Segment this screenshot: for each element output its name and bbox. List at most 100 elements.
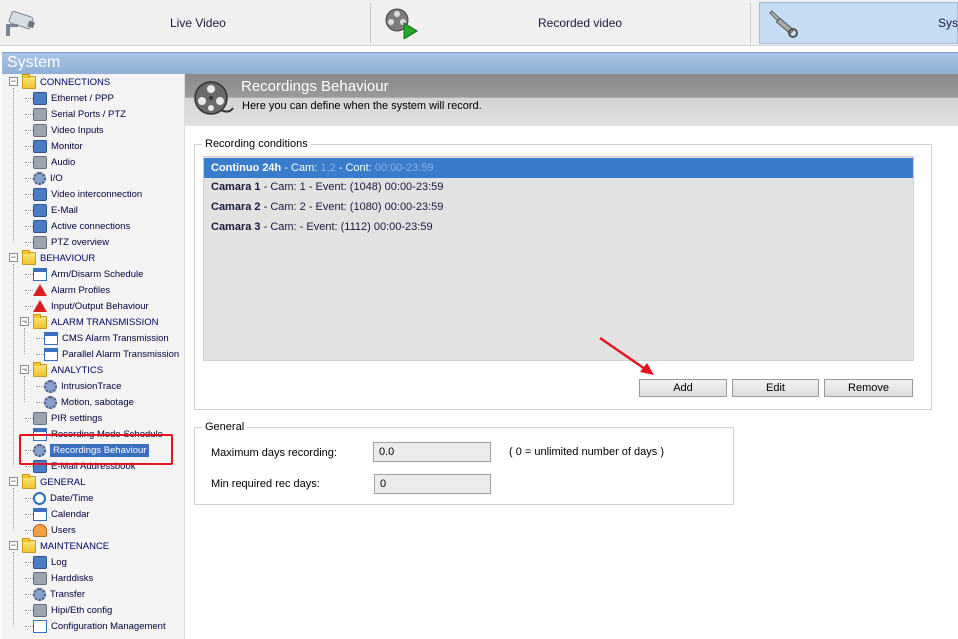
row-detail: - Cam: - Event: (1112) 00:00-23:59	[260, 221, 433, 233]
camera-icon	[6, 10, 35, 36]
max-days-input[interactable]	[373, 442, 491, 462]
list-item-continuo[interactable]: Continuo 24h - Cam: 1,2 - Cont: 00:00-23…	[204, 158, 913, 178]
tree-label: ANALYTICS	[51, 364, 104, 376]
tree-category-behaviour[interactable]: BEHAVIOUR	[22, 249, 95, 266]
list-item-camara-1[interactable]: Camara 1 - Cam: 1 - Event: (1048) 00:00-…	[204, 177, 913, 197]
min-days-label: Min required rec days:	[211, 478, 320, 490]
tree-category-analytics[interactable]: ANALYTICS	[33, 361, 104, 378]
tree-connector	[36, 386, 44, 387]
sidebar-item-harddisks[interactable]: Harddisks	[33, 570, 93, 586]
tree-label: Harddisks	[51, 572, 94, 584]
tree-category-general[interactable]: GENERAL	[22, 473, 85, 490]
folder-icon	[22, 473, 36, 489]
e-mail-icon	[33, 203, 47, 217]
cms-alarm-transmission-icon	[44, 331, 58, 345]
tree-connector	[25, 194, 33, 195]
system-title-bar: System	[2, 52, 958, 74]
sidebar-item-arm-disarm-schedule[interactable]: Arm/Disarm Schedule	[33, 266, 143, 282]
sidebar-item-i-o[interactable]: I/O	[33, 170, 63, 186]
row-name: Camara 3	[211, 221, 261, 233]
list-item-camara-2[interactable]: Camara 2 - Cam: 2 - Event: (1080) 00:00-…	[204, 197, 913, 217]
sidebar-item-calendar[interactable]: Calendar	[33, 506, 90, 522]
sidebar-item-users[interactable]: Users	[33, 522, 76, 538]
tree-connector	[25, 290, 33, 291]
tree-connector	[25, 178, 33, 179]
log-icon	[33, 555, 47, 569]
tree-category-maintenance[interactable]: MAINTENANCE	[22, 537, 109, 554]
ptz-overview-icon	[33, 235, 47, 249]
remove-button[interactable]: Remove	[824, 379, 913, 397]
tab-divider	[750, 3, 751, 43]
tree-label: ALARM TRANSMISSION	[51, 316, 159, 328]
audio-icon	[33, 155, 47, 169]
sidebar-item-video-inputs[interactable]: Video Inputs	[33, 122, 104, 138]
tree-label: CONNECTIONS	[40, 76, 111, 88]
sidebar-item-alarm-profiles[interactable]: Alarm Profiles	[33, 282, 110, 298]
tab-label: Sys	[938, 16, 958, 30]
collapse-toggle[interactable]: −	[9, 541, 18, 550]
tree-connector	[25, 530, 33, 531]
tree-connector	[25, 146, 33, 147]
sidebar-item-e-mail[interactable]: E-Mail	[33, 202, 78, 218]
sidebar-item-cms-alarm-transmission[interactable]: CMS Alarm Transmission	[44, 330, 169, 346]
collapse-toggle[interactable]: −	[9, 77, 18, 86]
tree-category-alarm-transmission[interactable]: ALARM TRANSMISSION	[33, 313, 159, 330]
pir-settings-icon	[33, 411, 47, 425]
collapse-toggle[interactable]: −	[9, 253, 18, 262]
sidebar-item-ethernet-ppp[interactable]: Ethernet / PPP	[33, 90, 114, 106]
intrusiontrace-icon	[44, 379, 57, 393]
sidebar-item-parallel-alarm-transmission[interactable]: Parallel Alarm Transmission	[44, 346, 179, 362]
video-inputs-icon	[33, 123, 47, 137]
recording-conditions-list[interactable]: Continuo 24h - Cam: 1,2 - Cont: 00:00-23…	[203, 156, 914, 361]
top-navigation: Live Video Recorded video Sys	[0, 0, 958, 46]
sidebar-item-serial-ports-ptz[interactable]: Serial Ports / PTZ	[33, 106, 126, 122]
add-button[interactable]: Add	[639, 379, 727, 397]
tree-connector	[36, 402, 44, 403]
sidebar-item-transfer[interactable]: Transfer	[33, 586, 85, 602]
sidebar-item-input-output-behaviour[interactable]: Input/Output Behaviour	[33, 298, 149, 314]
folder-icon	[33, 313, 47, 329]
tree-label: Input/Output Behaviour	[51, 300, 149, 312]
tree-label: Motion, sabotage	[61, 396, 134, 408]
tree-label: Video interconnection	[51, 188, 143, 200]
tree-category-connections[interactable]: CONNECTIONS	[22, 73, 111, 90]
tree-label: E-Mail	[51, 204, 78, 216]
sidebar-item-pir-settings[interactable]: PIR settings	[33, 410, 102, 426]
tree-label: Serial Ports / PTZ	[51, 108, 126, 120]
collapse-toggle[interactable]: −	[9, 477, 18, 486]
tree-connector	[25, 226, 33, 227]
edit-button[interactable]: Edit	[732, 379, 819, 397]
sidebar-item-audio[interactable]: Audio	[33, 154, 75, 170]
sidebar-item-motion-sabotage[interactable]: Motion, sabotage	[44, 394, 134, 410]
sidebar-item-ptz-overview[interactable]: PTZ overview	[33, 234, 109, 250]
tree-connector	[25, 98, 33, 99]
tree-connector	[25, 322, 31, 323]
min-days-input[interactable]	[374, 474, 491, 494]
tree-connector	[13, 88, 14, 242]
tree-label: Hipi/Eth config	[51, 604, 113, 616]
tree-label: Video Inputs	[51, 124, 104, 136]
film-reel-icon	[194, 81, 234, 115]
tab-recorded-video[interactable]: Recorded video	[371, 2, 749, 44]
list-item-camara-3[interactable]: Camara 3 - Cam: - Event: (1112) 00:00-23…	[204, 217, 913, 237]
page-title: Recordings Behaviour	[241, 78, 389, 95]
general-legend: General	[205, 421, 245, 433]
sidebar-item-configuration-management[interactable]: Configuration Management	[33, 618, 166, 634]
tab-live-video[interactable]: Live Video	[0, 2, 370, 44]
row-detail: - Cam: 1 - Event: (1048) 00:00-23:59	[260, 181, 444, 193]
tree-connector	[25, 626, 33, 627]
recording-conditions-legend: Recording conditions	[205, 138, 308, 150]
tab-system[interactable]: Sys	[759, 2, 958, 44]
calendar-icon	[33, 507, 47, 521]
sidebar-item-monitor[interactable]: Monitor	[33, 138, 83, 154]
sidebar-item-date-time[interactable]: Date/Time	[33, 490, 93, 506]
tree-label: Transfer	[50, 588, 86, 600]
sidebar-item-hipi-eth-config[interactable]: Hipi/Eth config	[33, 602, 112, 618]
sidebar-item-video-interconnection[interactable]: Video interconnection	[33, 186, 142, 202]
sidebar-item-active-connections[interactable]: Active connections	[33, 218, 130, 234]
sidebar-item-intrusiontrace[interactable]: IntrusionTrace	[44, 378, 121, 394]
sidebar-item-log[interactable]: Log	[33, 554, 67, 570]
tree-label: Log	[51, 556, 67, 568]
alarm-profiles-icon	[33, 284, 47, 296]
tree-connector	[13, 264, 14, 466]
